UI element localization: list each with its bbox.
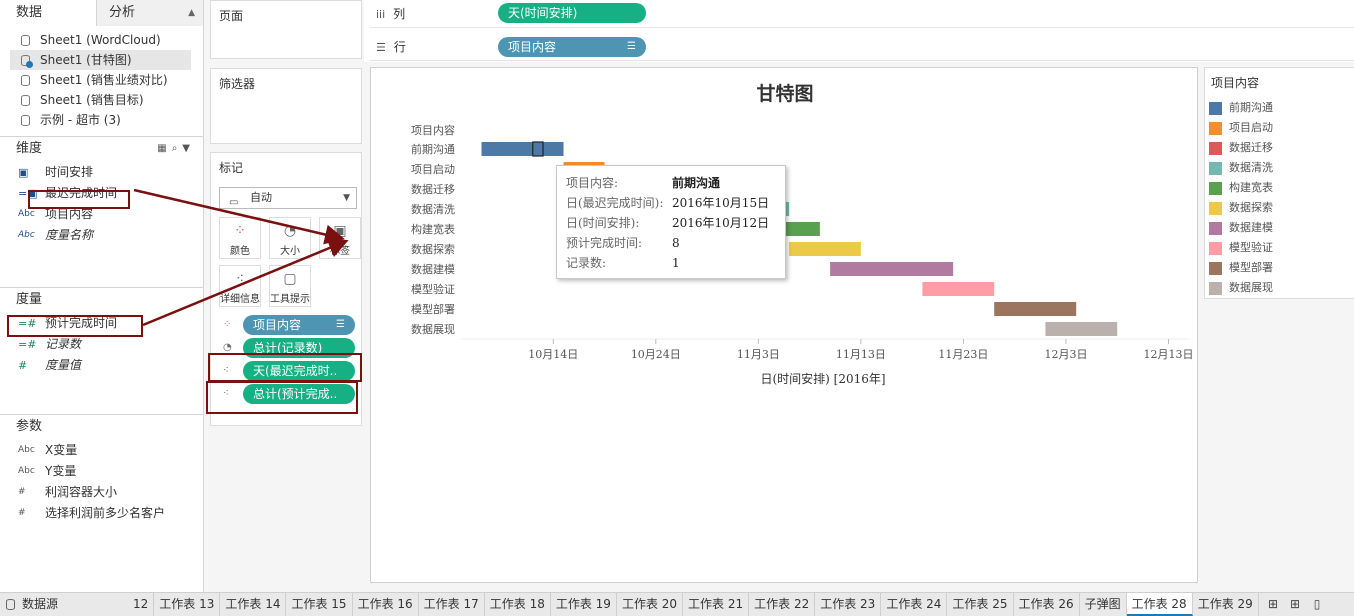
sheet-tab[interactable]: 工作表 22 bbox=[749, 593, 816, 616]
sheet-tab[interactable]: 工作表 15 bbox=[286, 593, 353, 616]
annotation-arrows bbox=[133, 188, 349, 327]
sheet-tab[interactable]: 工作表 21 bbox=[683, 593, 750, 616]
sheet-tab[interactable]: 工作表 16 bbox=[353, 593, 419, 616]
arrow-latest-to-label bbox=[133, 188, 345, 245]
sheet-tab[interactable]: 工作表 25 bbox=[947, 593, 1014, 616]
sheet-tab[interactable]: 工作表 18 bbox=[485, 593, 551, 616]
sheet-tab[interactable]: 工作表 19 bbox=[551, 593, 617, 616]
sheet-tab[interactable]: 12 bbox=[128, 593, 155, 616]
sheet-tab[interactable]: 工作表 29 bbox=[1193, 593, 1259, 616]
sheet-tab[interactable]: 工作表 23 bbox=[815, 593, 882, 616]
sheet-tab[interactable]: 工作表 14 bbox=[220, 593, 287, 616]
sheet-tab[interactable]: 子弹图 bbox=[1080, 593, 1127, 616]
arrow-estimated-to-label bbox=[142, 238, 349, 327]
new-dashboard-icon[interactable]: ⊞ bbox=[1284, 593, 1306, 616]
sheet-tab[interactable]: 工作表 17 bbox=[419, 593, 485, 616]
sheet-tab-bar: 数据源 12 工作表 13 工作表 14 工作表 15 工作表 16 工作表 17 工作表 … bbox=[0, 592, 1354, 616]
tab-bar-actions: ⊞ ⊞ ▯ bbox=[1262, 593, 1354, 616]
sheet-tab[interactable]: 工作表 13 bbox=[154, 593, 221, 616]
datasource-tab-label: 数据源 bbox=[22, 597, 59, 611]
database-icon bbox=[6, 599, 15, 610]
datasource-tab[interactable]: 数据源 bbox=[0, 593, 128, 616]
sheet-tab[interactable]: 工作表 26 bbox=[1014, 593, 1080, 616]
new-story-icon[interactable]: ▯ bbox=[1306, 593, 1328, 616]
sheet-tab[interactable]: 工作表 20 bbox=[617, 593, 684, 616]
sheet-tab[interactable]: 工作表 28 bbox=[1126, 593, 1193, 616]
sheet-tabs: 12 工作表 13 工作表 14 工作表 15 工作表 16 工作表 17 工作表 18 工作… bbox=[128, 593, 1259, 616]
new-worksheet-icon[interactable]: ⊞ bbox=[1262, 593, 1284, 616]
sheet-tab[interactable]: 工作表 24 bbox=[881, 593, 948, 616]
